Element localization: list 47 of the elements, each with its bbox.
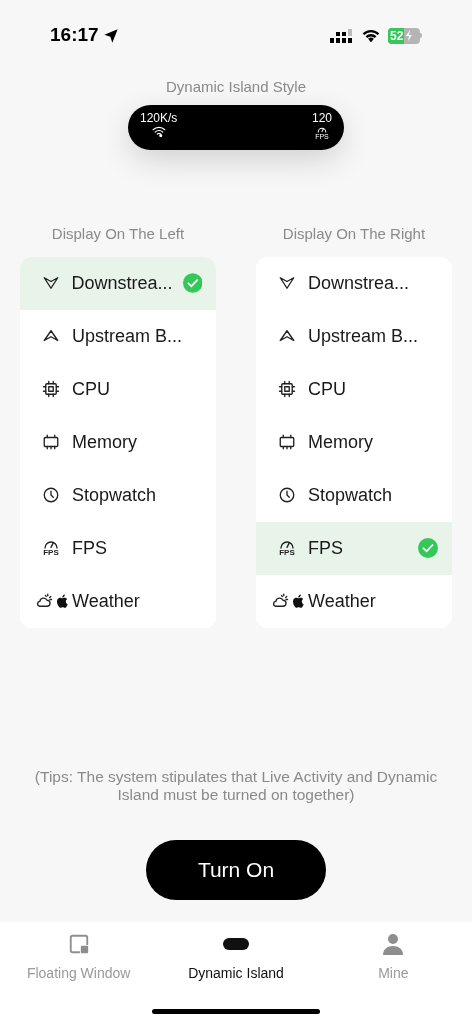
battery-indicator: 52 [388, 27, 422, 44]
speed-value: 120K/s [140, 111, 178, 124]
apple-logo-icon [291, 594, 304, 608]
pill-icon [223, 938, 249, 950]
location-arrow-icon [102, 27, 119, 44]
memory-chip-icon [42, 433, 60, 451]
down-chevron-icon [278, 274, 296, 292]
option-label: Stopwatch [308, 483, 394, 507]
clock-icon [42, 486, 60, 504]
cpu-icon [278, 380, 296, 398]
apple-logo-icon [55, 594, 68, 608]
option-label: Weather [308, 589, 377, 613]
cloud-sun-icon [34, 592, 53, 610]
option-label: Downstrea... [308, 271, 411, 295]
down-chevron-icon [41, 274, 60, 292]
turn-on-button[interactable]: Turn On [146, 840, 326, 900]
wifi-icon [361, 28, 381, 43]
option-label: FPS [72, 536, 108, 560]
person-icon [381, 932, 406, 956]
option-label: CPU [308, 377, 347, 401]
option-row[interactable]: FPS FPS [256, 521, 452, 575]
clock-time: 16:17 [50, 23, 99, 48]
signal-icon [330, 28, 354, 43]
option-label: CPU [72, 377, 111, 401]
memory-chip-icon [278, 433, 296, 451]
check-icon [418, 538, 438, 558]
tab-item[interactable]: Dynamic Island [157, 931, 315, 984]
cloud-sun-icon [270, 592, 289, 610]
column-heading: Display On The Left [51, 223, 185, 243]
wifi-download-icon [151, 125, 166, 137]
option-label: Weather [72, 589, 141, 613]
option-label: Downstrea... [71, 271, 173, 295]
option-label: Stopwatch [72, 483, 158, 507]
window-icon [67, 933, 90, 955]
option-row[interactable]: Downstrea... [20, 256, 216, 310]
cpu-icon [42, 380, 60, 398]
option-label: FPS [308, 536, 344, 560]
tips-text: (Tips: The system stipulates that Live Activity and Dynamic Island must be turned on together) [33, 768, 439, 804]
option-label: Upstream B... [72, 324, 184, 348]
option-label: Memory [72, 430, 138, 454]
option-label: Upstream B... [308, 324, 420, 348]
fps-value: 120 [311, 111, 332, 124]
check-icon [182, 273, 202, 293]
option-label: Memory [308, 430, 374, 454]
section-title: Dynamic Island Style [165, 77, 307, 97]
column-heading: Display On The Right [282, 223, 426, 243]
clock-icon [278, 486, 296, 504]
